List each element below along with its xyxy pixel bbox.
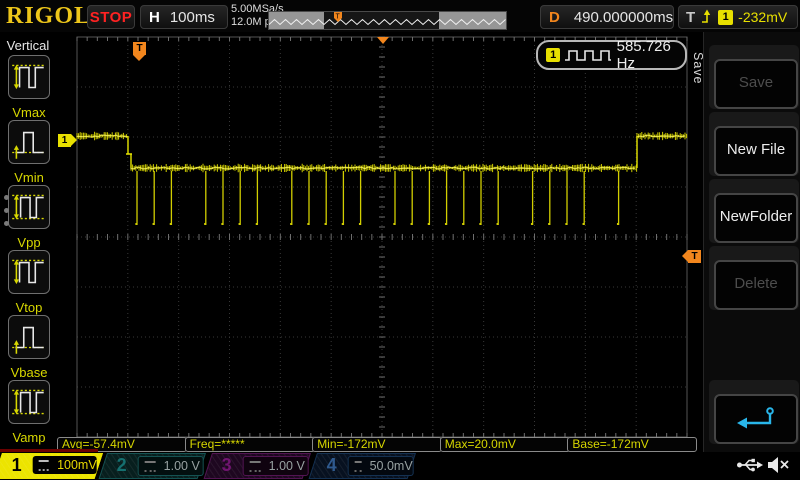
svg-text:T: T [336, 14, 341, 21]
graticule-and-waveform [76, 36, 688, 438]
sidebar-item-label: Vbase [10, 365, 48, 380]
channel1-scale: 100mV [57, 458, 97, 472]
measurement-min: Min=-172mV [312, 437, 443, 452]
vmax-icon [8, 55, 50, 99]
page-indicator-dot [4, 208, 9, 213]
vbase-icon [8, 315, 50, 359]
waveform-display-area [56, 32, 703, 452]
channel2-number: 2 [116, 455, 127, 475]
trigger-source-badge: 1 [718, 9, 734, 25]
sidebar-item-vmin[interactable]: Vmin [8, 120, 50, 185]
save-button[interactable]: Save [714, 59, 798, 109]
vpp-icon [8, 185, 50, 229]
waveform-preview-bar[interactable]: T [268, 11, 507, 30]
measurement-base: Base=-172mV [567, 437, 698, 452]
frequency-counter: 1 585.726 Hz [536, 38, 687, 72]
delay-value: 490.000000ms [573, 8, 674, 26]
run-state-label: STOP [89, 8, 133, 26]
vtop-icon [8, 250, 50, 294]
trigger-label: T [686, 8, 696, 26]
run-state-indicator: STOP [87, 5, 135, 29]
coupling-icon [38, 459, 50, 471]
coupling-icon [354, 460, 362, 472]
back-button[interactable] [714, 394, 798, 444]
sidebar-item-label: Vmin [14, 170, 44, 185]
oscilloscope-screen: RIGOL STOP H 100ms 5.00MSa/s 12.0M pts T… [0, 0, 800, 480]
vmin-icon [8, 120, 50, 164]
sidebar-item-label: Vpp [17, 235, 41, 250]
new-file-button[interactable]: New File [714, 126, 798, 176]
channel4-status[interactable]: 4 50.0mV [308, 453, 416, 479]
trigger-level-value: -232mV [738, 9, 788, 25]
channel2-status[interactable]: 2 1.00 V [98, 453, 206, 479]
horizontal-label: H [149, 8, 160, 26]
page-indicator-dot [4, 195, 9, 200]
channel4-number: 4 [326, 455, 337, 475]
sidebar-item-label: Vamp [12, 430, 46, 445]
trigger-info-box: T 1 -232mV [678, 5, 798, 29]
sidebar-item-vbase[interactable]: Vbase [8, 315, 50, 380]
channel1-number: 1 [11, 455, 22, 475]
sidebar-item-label: Vmax [12, 105, 46, 120]
delete-button[interactable]: Delete [714, 260, 798, 310]
timebase-value: 100ms [169, 8, 215, 26]
channel3-status[interactable]: 3 1.00 V [203, 453, 311, 479]
new-folder-button[interactable]: NewFolder [714, 193, 798, 243]
channel3-number: 3 [221, 455, 232, 475]
coupling-icon [249, 460, 261, 472]
menu-tab-title: Save [691, 52, 705, 85]
channel1-ground-marker[interactable]: 1 [58, 134, 77, 147]
counter-source-badge: 1 [546, 48, 561, 62]
sidebar-item-label: Vtop [15, 300, 43, 315]
measurement-freq: Freq=***** [184, 437, 315, 452]
channel-status-bar: 1 100mV 2 1.00 V 3 1.00 V 4 50.0mV [0, 452, 800, 480]
channel1-status[interactable]: 1 100mV [0, 453, 104, 479]
trigger-level-marker[interactable]: T [682, 250, 701, 263]
delay-label: D [549, 8, 560, 26]
square-wave-icon [565, 50, 611, 61]
usb-icon [737, 458, 763, 472]
horizontal-timebase-box: H 100ms [140, 5, 228, 29]
sidebar-item-vpp[interactable]: Vpp [8, 185, 50, 250]
top-status-bar: RIGOL STOP H 100ms 5.00MSa/s 12.0M pts T… [0, 0, 800, 32]
delay-box: D 490.000000ms [540, 5, 674, 29]
trigger-position-flag-icon[interactable]: T [133, 42, 146, 61]
page-indicator-dot [4, 221, 9, 226]
speaker-muted-icon [768, 457, 789, 473]
measurement-max: Max=20.0mV [439, 437, 570, 452]
rising-edge-icon [702, 9, 711, 23]
softkey-menu: Save Save New File NewFolder Delete [691, 32, 800, 452]
coupling-icon [144, 460, 156, 472]
trigger-moment-icon [377, 37, 389, 44]
measure-sidebar: Vertical Vmax Vmin Vpp Vtop Vbase Vamp [0, 32, 57, 450]
return-arrow-icon [737, 407, 774, 429]
channel3-scale: 1.00 V [268, 459, 305, 473]
vamp-icon [8, 380, 50, 424]
counter-value: 585.726 Hz [616, 38, 671, 72]
rigol-logo: RIGOL [6, 3, 92, 29]
sidebar-item-vtop[interactable]: Vtop [8, 250, 50, 315]
sidebar-item-vamp[interactable]: Vamp [8, 380, 50, 445]
channel2-scale: 1.00 V [163, 459, 200, 473]
sidebar-title: Vertical [6, 38, 50, 53]
waveform-preview-graphic: T [268, 12, 506, 29]
sidebar-item-vmax[interactable]: Vmax [8, 55, 50, 120]
channel4-scale: 50.0mV [369, 459, 413, 473]
